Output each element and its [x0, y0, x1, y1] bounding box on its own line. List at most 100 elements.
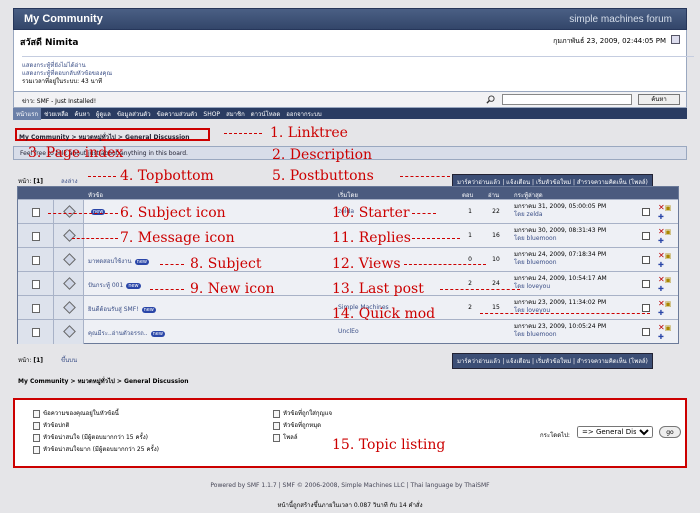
pin-icon[interactable]: ✚	[658, 309, 664, 317]
last-post-icon[interactable]	[642, 208, 650, 216]
remove-icon[interactable]: ✕▣	[658, 323, 671, 333]
legend-item: หัวข้อปกติ	[33, 420, 69, 430]
topic-subject[interactable]: คุณมีระ..อ่านตัวอรรถ.. new	[88, 328, 165, 338]
annotation-message-icon: 7. Message icon	[120, 230, 235, 246]
lock-icon[interactable]: ▣	[665, 252, 672, 260]
menu-logout[interactable]: ออกจากระบบ	[283, 108, 324, 120]
arrow	[440, 289, 520, 290]
new-topic-button[interactable]: เริ่มหัวข้อใหม่	[536, 179, 571, 186]
remove-icon[interactable]: ✕▣	[658, 299, 671, 309]
last-post: มกราคม 24, 2009, 07:18:34 PM โดย bluemoon	[514, 251, 607, 266]
last-post-icon[interactable]	[642, 256, 650, 264]
linktree[interactable]: My Community > หมวดหมู่ทั่วไป > General …	[15, 128, 210, 141]
legend-item: ข้อความของคุณอยู่ในหัวข้อนี้	[33, 408, 119, 418]
pin-icon[interactable]: ✚	[658, 261, 664, 269]
arrow	[72, 238, 118, 239]
topic-starter[interactable]: UnclEo	[338, 328, 359, 335]
current-date: กุมภาพันธ์ 23, 2009, 02:44:05 PM	[553, 37, 666, 45]
lock-icon[interactable]: ▣	[665, 204, 672, 212]
mark-read-button[interactable]: มาร์คว่าอ่านแล้ว	[457, 358, 500, 365]
last-post: มกราคม 31, 2009, 05:00:05 PM โดย zelda	[514, 203, 607, 218]
legend-item: โพลล์	[273, 432, 298, 442]
pin-icon[interactable]: ✚	[658, 285, 664, 293]
arrow	[160, 264, 184, 265]
new-poll-button[interactable]: สำรวจความคิดเห็น (โพลล์)	[577, 179, 648, 186]
topic-subject[interactable]: มาทดสอบใช้งาน new	[88, 256, 149, 266]
lock-icon[interactable]: ▣	[665, 276, 672, 284]
news-text: ข่าว: SMF - Just Installed!	[22, 98, 97, 105]
remove-icon[interactable]: ✕▣	[658, 275, 671, 285]
menu-help[interactable]: ช่วยเหลือ	[41, 108, 71, 120]
page-index-bottom: หน้า: [1] ขึ้นบน	[18, 355, 77, 365]
reply-count: 1	[468, 232, 472, 239]
notify-button[interactable]: แจ้งเตือน	[506, 179, 530, 186]
last-post-icon[interactable]	[642, 232, 650, 240]
topic-subject[interactable]: ยินดีต้อนรับสู่ SMF! new	[88, 304, 156, 314]
new-icon[interactable]: new	[141, 307, 156, 313]
topic-icon	[32, 304, 40, 313]
lock-icon[interactable]: ▣	[665, 324, 672, 332]
search-input[interactable]	[502, 94, 632, 105]
annotation-page-index: 3. Page index	[28, 145, 124, 161]
new-icon[interactable]: new	[126, 283, 141, 289]
pin-icon[interactable]: ✚	[658, 333, 664, 341]
pin-icon	[273, 421, 280, 430]
arrow	[480, 313, 650, 314]
pin-icon[interactable]: ✚	[658, 213, 664, 221]
page-current[interactable]: [1]	[33, 178, 43, 185]
reply-count: 2	[468, 304, 472, 311]
pin-icon[interactable]: ✚	[658, 237, 664, 245]
main-menu: หน้าแรก ช่วยเหลือ ค้นหา ผู้ดูแล ข้อมูลส่วนตั…	[13, 108, 687, 120]
hot-topic-icon	[33, 433, 40, 442]
annotation-subject: 8. Subject	[190, 256, 262, 272]
last-post-icon[interactable]	[642, 304, 650, 312]
remove-icon[interactable]: ✕▣	[658, 227, 671, 237]
arrow	[48, 213, 118, 214]
last-post-icon[interactable]	[642, 328, 650, 336]
last-post-icon[interactable]	[642, 280, 650, 288]
notify-button[interactable]: แจ้งเตือน	[506, 358, 530, 365]
menu-profile[interactable]: ข้อมูลส่วนตัว	[114, 108, 154, 120]
topic-icon	[32, 328, 40, 337]
jump-select[interactable]: => General Discussion	[577, 426, 653, 438]
very-hot-topic-icon	[33, 445, 40, 454]
collapse-toggle-icon[interactable]	[671, 35, 680, 44]
go-down-link[interactable]: ลงล่าง	[61, 178, 78, 185]
footer-credits: Powered by SMF 1.1.7 | SMF © 2006-2008, …	[210, 482, 490, 489]
linktree-bottom[interactable]: My Community > หมวดหมู่ทั่วไป > General …	[18, 376, 189, 386]
annotation-topic-listing: 15. Topic listing	[332, 437, 446, 453]
last-post: มกราคม 23, 2009, 10:05:24 PM โดย bluemoon	[514, 323, 607, 338]
menu-shop[interactable]: SHOP	[200, 110, 223, 119]
go-button[interactable]: go	[659, 426, 681, 438]
table-row: คุณมีระ..อ่านตัวอรรถ.. new UnclEo มกราคม 23…	[18, 319, 678, 344]
new-icon[interactable]: new	[134, 259, 149, 265]
page-current[interactable]: [1]	[33, 357, 43, 364]
my-post-icon	[33, 409, 40, 418]
lock-icon[interactable]: ▣	[665, 300, 672, 308]
annotation-new-icon: 9. New icon	[190, 281, 275, 297]
forum-header: My Community simple machines forum	[13, 8, 687, 30]
page-label: หน้า:	[18, 178, 32, 185]
annotation-postbuttons: 5. Postbuttons	[272, 168, 374, 184]
menu-download[interactable]: ดาวน์โหลด	[248, 108, 284, 120]
menu-admin[interactable]: ผู้ดูแล	[93, 108, 114, 120]
postbuttons-bottom: มาร์คว่าอ่านแล้ว | แจ้งเตือน | เริ่มหัวข…	[452, 353, 653, 369]
reply-count: 1	[468, 208, 472, 215]
topic-icon	[32, 232, 40, 241]
menu-home[interactable]: หน้าแรก	[13, 108, 42, 120]
topic-subject[interactable]: ปันกระทู้ 001 new	[88, 280, 141, 290]
go-up-link[interactable]: ขึ้นบน	[61, 357, 77, 364]
new-icon[interactable]: new	[91, 209, 106, 215]
menu-messages[interactable]: ข้อความส่วนตัว	[154, 108, 201, 120]
menu-members[interactable]: สมาชิก	[223, 108, 248, 120]
search-icon	[486, 95, 495, 104]
mark-read-button[interactable]: มาร์คว่าอ่านแล้ว	[457, 179, 500, 186]
new-poll-button[interactable]: สำรวจความคิดเห็น (โพลล์)	[577, 358, 648, 365]
search-button[interactable]: ค้นหา	[638, 94, 680, 105]
new-topic-button[interactable]: เริ่มหัวข้อใหม่	[536, 358, 571, 365]
new-icon[interactable]: new	[150, 331, 165, 337]
remove-icon[interactable]: ✕▣	[658, 203, 671, 213]
menu-search[interactable]: ค้นหา	[71, 108, 92, 120]
remove-icon[interactable]: ✕▣	[658, 251, 671, 261]
lock-icon[interactable]: ▣	[665, 228, 672, 236]
